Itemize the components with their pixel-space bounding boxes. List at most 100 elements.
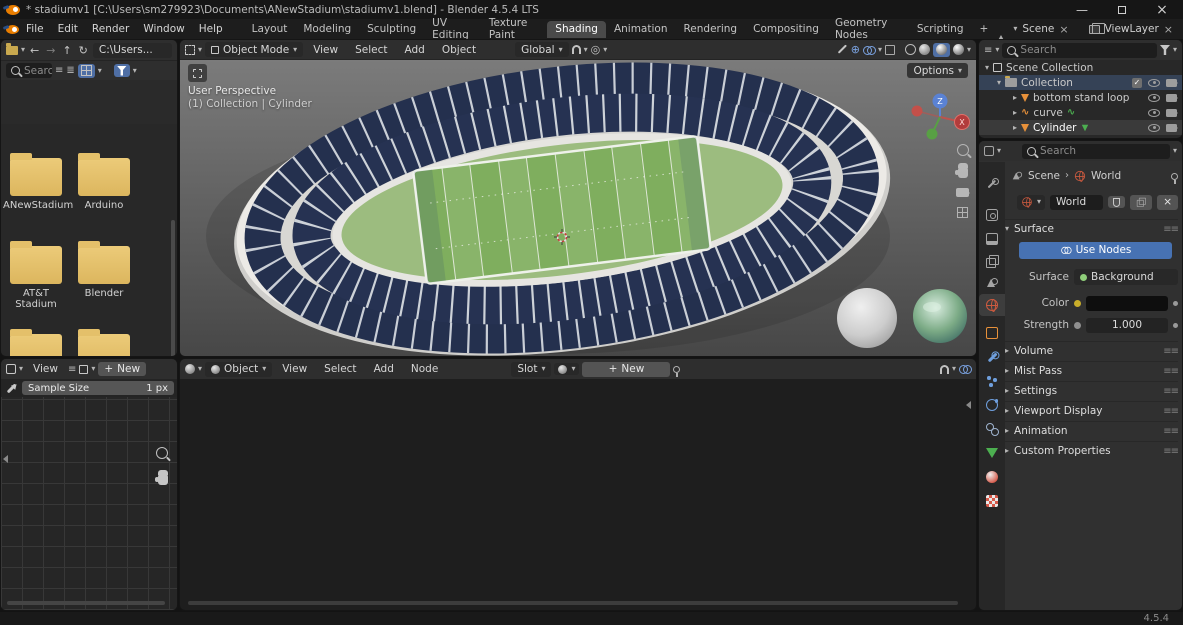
gizmo-neg-x-axis[interactable] [911,105,923,117]
toggle-xray-icon[interactable] [884,44,895,55]
chevron-down-icon[interactable]: ▾ [133,66,137,75]
hide-viewport-eye-icon[interactable] [1148,123,1160,132]
image-browse-icon[interactable] [79,364,89,374]
workspace-tab-shading[interactable]: Shading [547,20,606,38]
camera-view-icon[interactable] [956,188,970,197]
tab-particles[interactable] [979,370,1005,392]
collection-checkbox[interactable]: ✓ [1132,77,1142,88]
scene-unlink-icon[interactable]: × [1059,24,1068,35]
zoom-icon[interactable] [956,144,969,156]
outliner-editor-icon[interactable]: ≡ [984,45,992,56]
viewport-display-panel-header[interactable]: ▸ Viewport Display ≡≡ [1005,401,1179,420]
material-slot-dropdown[interactable]: Slot ▾ [511,361,552,377]
folder-item[interactable]: AT&T Stadium [3,240,69,310]
refresh-button[interactable]: ↻ [77,44,90,57]
chevron-down-icon[interactable]: ▾ [997,147,1001,155]
disable-render-camera-icon[interactable] [1166,93,1178,102]
panel-grip-icon[interactable]: ≡≡ [1163,366,1179,377]
menu-help[interactable]: Help [192,22,230,36]
menu-edit[interactable]: Edit [51,22,85,36]
settings-panel-header[interactable]: ▸ Settings ≡≡ [1005,381,1179,400]
outliner-filter-icon[interactable] [1159,45,1170,55]
breadcrumb-world[interactable]: World [1091,170,1121,182]
chevron-down-icon[interactable]: ▾ [878,45,882,54]
shading-rendered-button[interactable] [952,44,964,55]
display-mode-thumbnails[interactable] [77,63,95,78]
up-directory-button[interactable]: ↑ [60,44,73,57]
image-editor-icon[interactable] [6,364,16,374]
show-overlays-toggle-icon[interactable] [959,365,972,374]
panel-grip-icon[interactable]: ≡≡ [1163,386,1179,397]
view-layer-icon[interactable] [1088,22,1105,34]
volume-panel-header[interactable]: ▸ Volume ≡≡ [1005,341,1179,360]
workspace-tab-compositing[interactable]: Compositing [745,21,827,38]
mode-dropdown[interactable]: Object Mode ▾ [205,42,304,57]
disclosure-icon[interactable]: ▾ [985,63,989,72]
tab-output[interactable] [979,228,1005,250]
use-nodes-button[interactable]: Use Nodes [1019,241,1172,259]
chevron-down-icon[interactable]: ▾ [1013,25,1017,33]
chevron-down-icon[interactable]: ▾ [19,365,23,373]
image-menu-view[interactable]: View [26,362,65,376]
panel-grip-icon[interactable]: ≡≡ [1163,426,1179,437]
active-tool-button[interactable] [188,64,207,82]
shading-solid-button[interactable] [918,44,930,55]
scene-selector[interactable]: Scene [1022,23,1054,35]
display-mode-vertical-list[interactable]: ≡ [55,65,63,76]
panel-grip-icon[interactable]: ≡≡ [1163,224,1179,235]
outliner-row-scene-collection[interactable]: ▾ Scene Collection [979,60,1182,75]
disable-render-camera-icon[interactable] [1166,123,1178,132]
show-overlays-toggle-icon[interactable] [862,45,876,55]
workspace-tab-sculpting[interactable]: Sculpting [359,21,424,38]
surface-panel-header[interactable]: ▾ Surface ≡≡ [1005,219,1179,238]
world-name-field[interactable]: World [1050,194,1104,210]
folder-item[interactable]: Arduino [71,152,137,211]
sample-size-slider[interactable]: Sample Size 1 px [22,381,174,395]
chevron-down-icon[interactable]: ▾ [995,46,999,54]
folder-item[interactable] [3,328,69,356]
scrollbar[interactable] [171,220,175,356]
outliner-row-bottom-stand-loop[interactable]: ▸ bottom stand loop [979,90,1182,105]
workspace-tab-animation[interactable]: Animation [606,21,676,38]
shader-type-dropdown[interactable]: Object ▾ [205,361,273,377]
browse-world-button[interactable]: ▾ [1017,194,1046,210]
region-toggle-arrow[interactable] [3,455,8,463]
chevron-down-icon[interactable]: ▾ [21,46,25,54]
properties-editor-icon[interactable] [984,146,994,156]
unlink-world-button[interactable]: × [1157,194,1178,210]
blender-menu-icon[interactable] [6,24,19,34]
new-world-copy-button[interactable] [1130,194,1153,210]
tab-physics[interactable] [979,394,1005,416]
tab-object-data[interactable] [979,442,1005,464]
proportional-edit-icon[interactable]: ◎ [591,43,601,56]
disable-render-camera-icon[interactable] [1166,78,1178,87]
shader-menu-view[interactable]: View [275,362,314,376]
chevron-down-icon[interactable]: ▾ [98,66,102,75]
workspace-tab-modeling[interactable]: Modeling [295,21,359,38]
filter-toggle[interactable] [113,64,130,77]
tab-view-layer[interactable] [979,250,1005,272]
tab-scene[interactable] [979,272,1005,294]
close-button[interactable]: × [1155,3,1169,17]
snap-settings-chevron-icon[interactable]: ▾ [584,45,588,54]
forward-button[interactable]: → [44,44,57,57]
folder-item[interactable]: ANewStadium [3,152,73,211]
new-material-button[interactable]: + New [582,361,671,377]
new-image-button[interactable]: + New [98,362,147,376]
outliner-search-input[interactable]: Search [1002,42,1157,58]
chevron-down-icon[interactable]: ▾ [952,365,956,373]
chevron-down-icon[interactable]: ▾ [1173,147,1177,155]
image-canvas[interactable] [1,397,177,610]
chevron-down-icon[interactable]: ▾ [603,45,607,54]
animate-property-dot[interactable] [1173,322,1178,328]
tab-object[interactable] [979,322,1005,344]
chevron-down-icon[interactable]: ▾ [198,365,202,373]
path-field[interactable]: C:\Users... [92,42,172,58]
transform-orientation-dropdown[interactable]: Global ▾ [515,42,569,57]
chevron-down-icon[interactable]: ▾ [967,45,971,54]
tab-world[interactable] [979,294,1005,316]
snap-toggle-icon[interactable] [939,364,949,374]
viewport-menu-select[interactable]: Select [348,43,394,57]
shader-menu-select[interactable]: Select [317,362,363,376]
fake-user-shield-button[interactable] [1108,196,1126,208]
